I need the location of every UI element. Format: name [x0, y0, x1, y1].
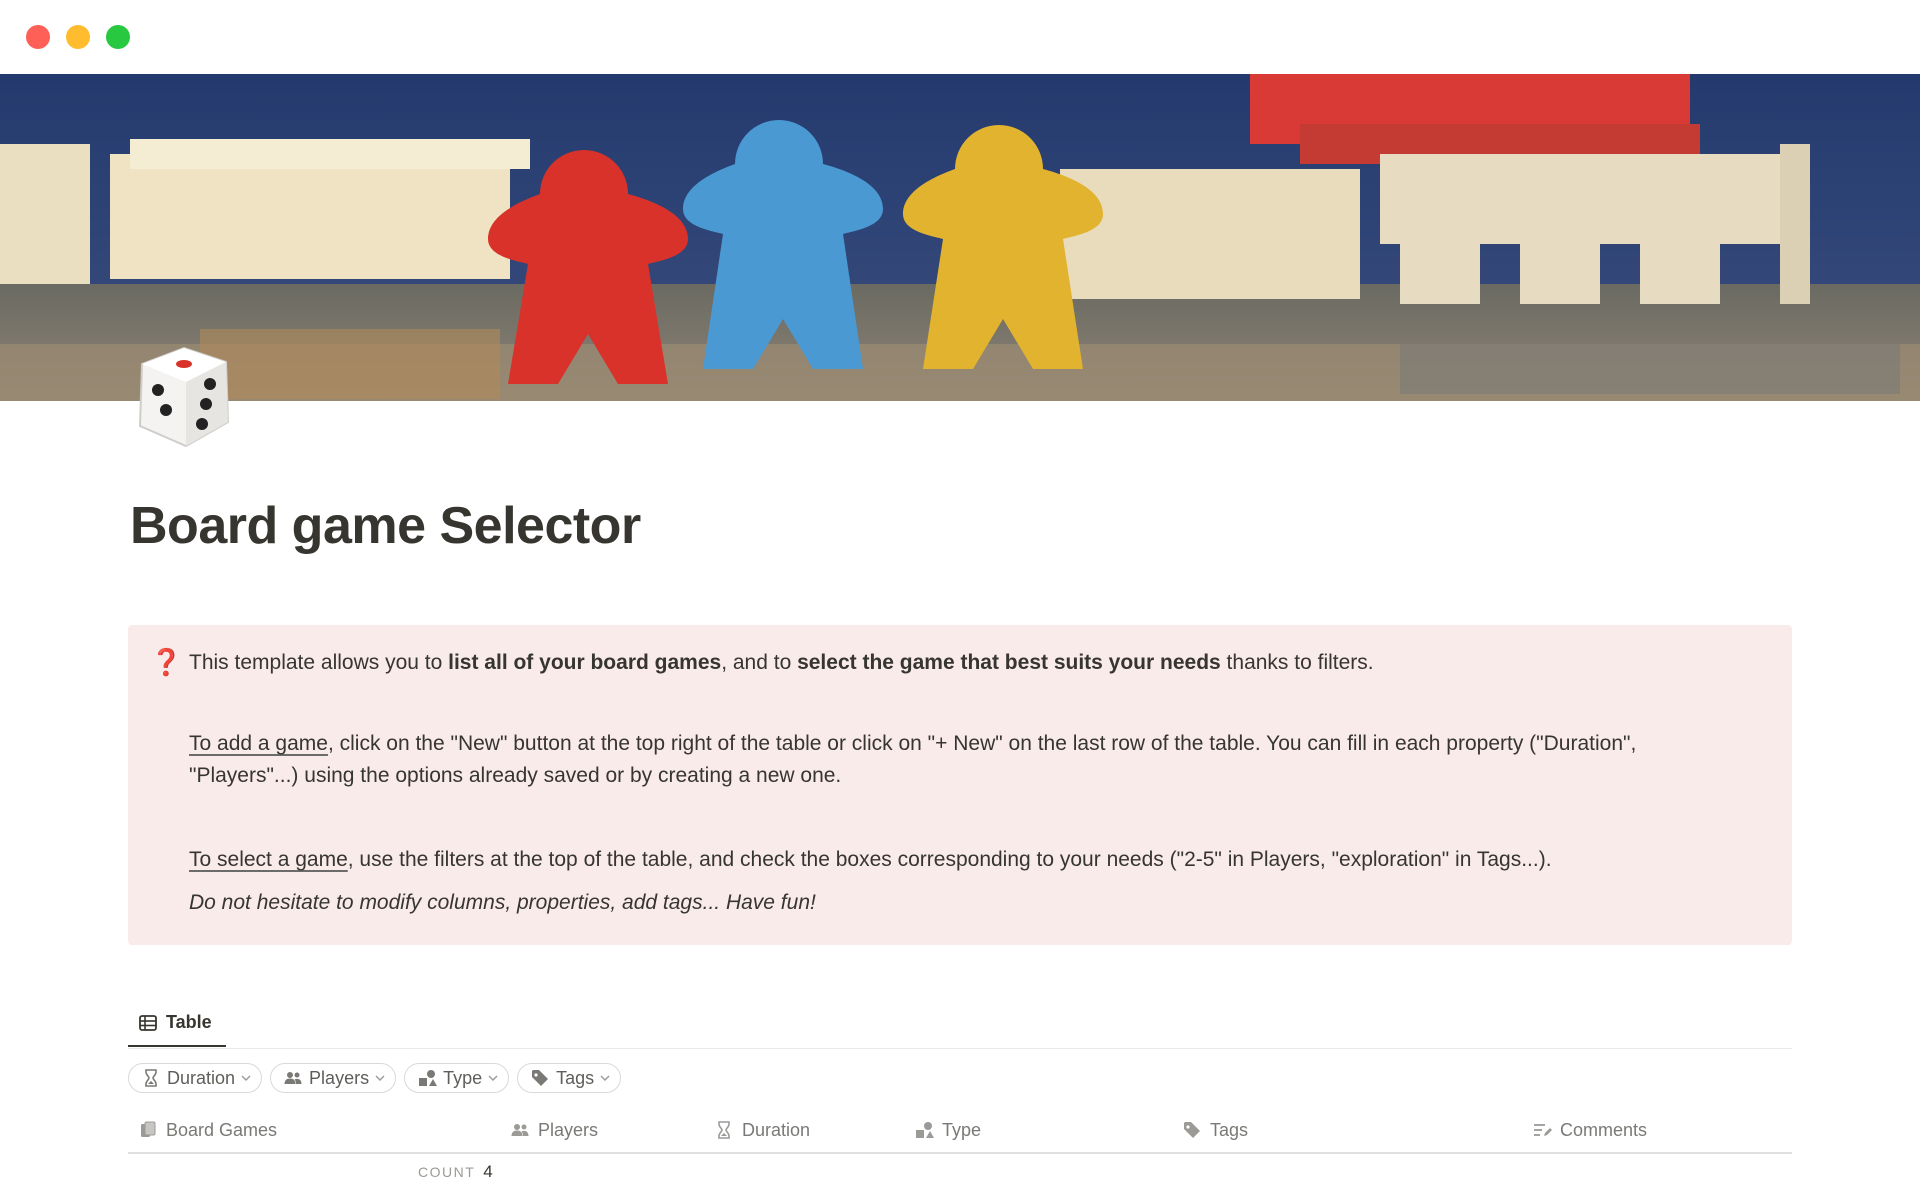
hourglass-icon [145, 1069, 157, 1087]
hourglass-icon [718, 1121, 730, 1139]
filter-label: Type [443, 1067, 483, 1088]
callout-select-game: To select a game, use the filters at the… [189, 844, 1749, 876]
count-label: COUNT [418, 1164, 476, 1180]
column-label: Tags [1210, 1119, 1249, 1140]
filter-label: Tags [556, 1067, 595, 1088]
window-titlebar [0, 0, 1920, 74]
count-value: 4 [483, 1162, 493, 1181]
chevron-down-icon [241, 1075, 251, 1081]
column-type[interactable]: Type [914, 1110, 981, 1150]
callout-intro: This template allows you to list all of … [189, 647, 1749, 679]
cover-image [0, 74, 1920, 401]
tab-table-label: Table [166, 1012, 212, 1032]
title-icon [141, 1121, 156, 1137]
column-label: Players [538, 1119, 599, 1140]
callout-bold-text: select the game that best suits your nee… [797, 651, 1221, 674]
tab-table[interactable]: Table [128, 1000, 226, 1047]
info-callout: ❓ This template allows you to list all o… [128, 625, 1792, 945]
die-icon[interactable] [128, 342, 238, 452]
add-game-underlined: To add a game [189, 732, 328, 755]
page-title[interactable]: Board game Selector [130, 496, 641, 556]
column-players[interactable]: Players [510, 1110, 598, 1150]
maximize-window-button[interactable] [106, 25, 130, 49]
chevron-down-icon [600, 1075, 610, 1081]
chevron-down-icon [375, 1075, 385, 1081]
shapes-icon [916, 1122, 934, 1138]
column-label: Duration [742, 1119, 811, 1140]
filter-tags[interactable]: Tags [517, 1063, 622, 1093]
callout-text: This template allows you to [189, 651, 449, 674]
select-game-underlined: To select a game [189, 848, 348, 871]
callout-closing: Do not hesitate to modify columns, prope… [189, 891, 816, 914]
column-label: Type [942, 1119, 982, 1140]
callout-text: , click on the "New" button at the top r… [189, 732, 1637, 787]
table-icon [139, 1014, 157, 1031]
close-window-button[interactable] [26, 25, 50, 49]
column-duration[interactable]: Duration [714, 1110, 810, 1150]
count-summary[interactable]: COUNT 4 [418, 1162, 493, 1182]
filter-players[interactable]: Players [270, 1063, 397, 1093]
tag-icon [532, 1070, 549, 1086]
minimize-window-button[interactable] [66, 25, 90, 49]
question-mark-icon: ❓ [150, 647, 183, 677]
column-comments[interactable]: Comments [1532, 1110, 1647, 1150]
chevron-down-icon [488, 1075, 498, 1081]
people-icon [284, 1072, 302, 1084]
callout-bold-text: list all of your board games [448, 651, 722, 674]
filter-bar: Duration Players Type Tags [128, 1063, 622, 1095]
column-label: Comments [1560, 1119, 1648, 1140]
callout-add-game: To add a game, click on the "New" button… [189, 728, 1749, 792]
filter-label: Players [309, 1067, 370, 1088]
column-label: Board Games [166, 1119, 278, 1140]
tag-icon [1184, 1122, 1200, 1138]
filter-duration[interactable]: Duration [128, 1063, 263, 1093]
callout-text: , use the filters at the top of the tabl… [347, 848, 1552, 871]
people-icon [511, 1124, 529, 1136]
shapes-icon [419, 1070, 438, 1086]
view-tabs: Table [128, 1000, 1792, 1049]
column-board-games[interactable]: Board Games [138, 1110, 277, 1150]
callout-text: thanks to filters. [1220, 651, 1374, 674]
table-header: Board Games Players Duration Type Tags C… [128, 1110, 1792, 1154]
filter-label: Duration [167, 1067, 236, 1088]
text-icon [1534, 1124, 1552, 1136]
callout-text: , and to [721, 651, 798, 674]
filter-type[interactable]: Type [404, 1063, 510, 1093]
column-tags[interactable]: Tags [1182, 1110, 1248, 1150]
